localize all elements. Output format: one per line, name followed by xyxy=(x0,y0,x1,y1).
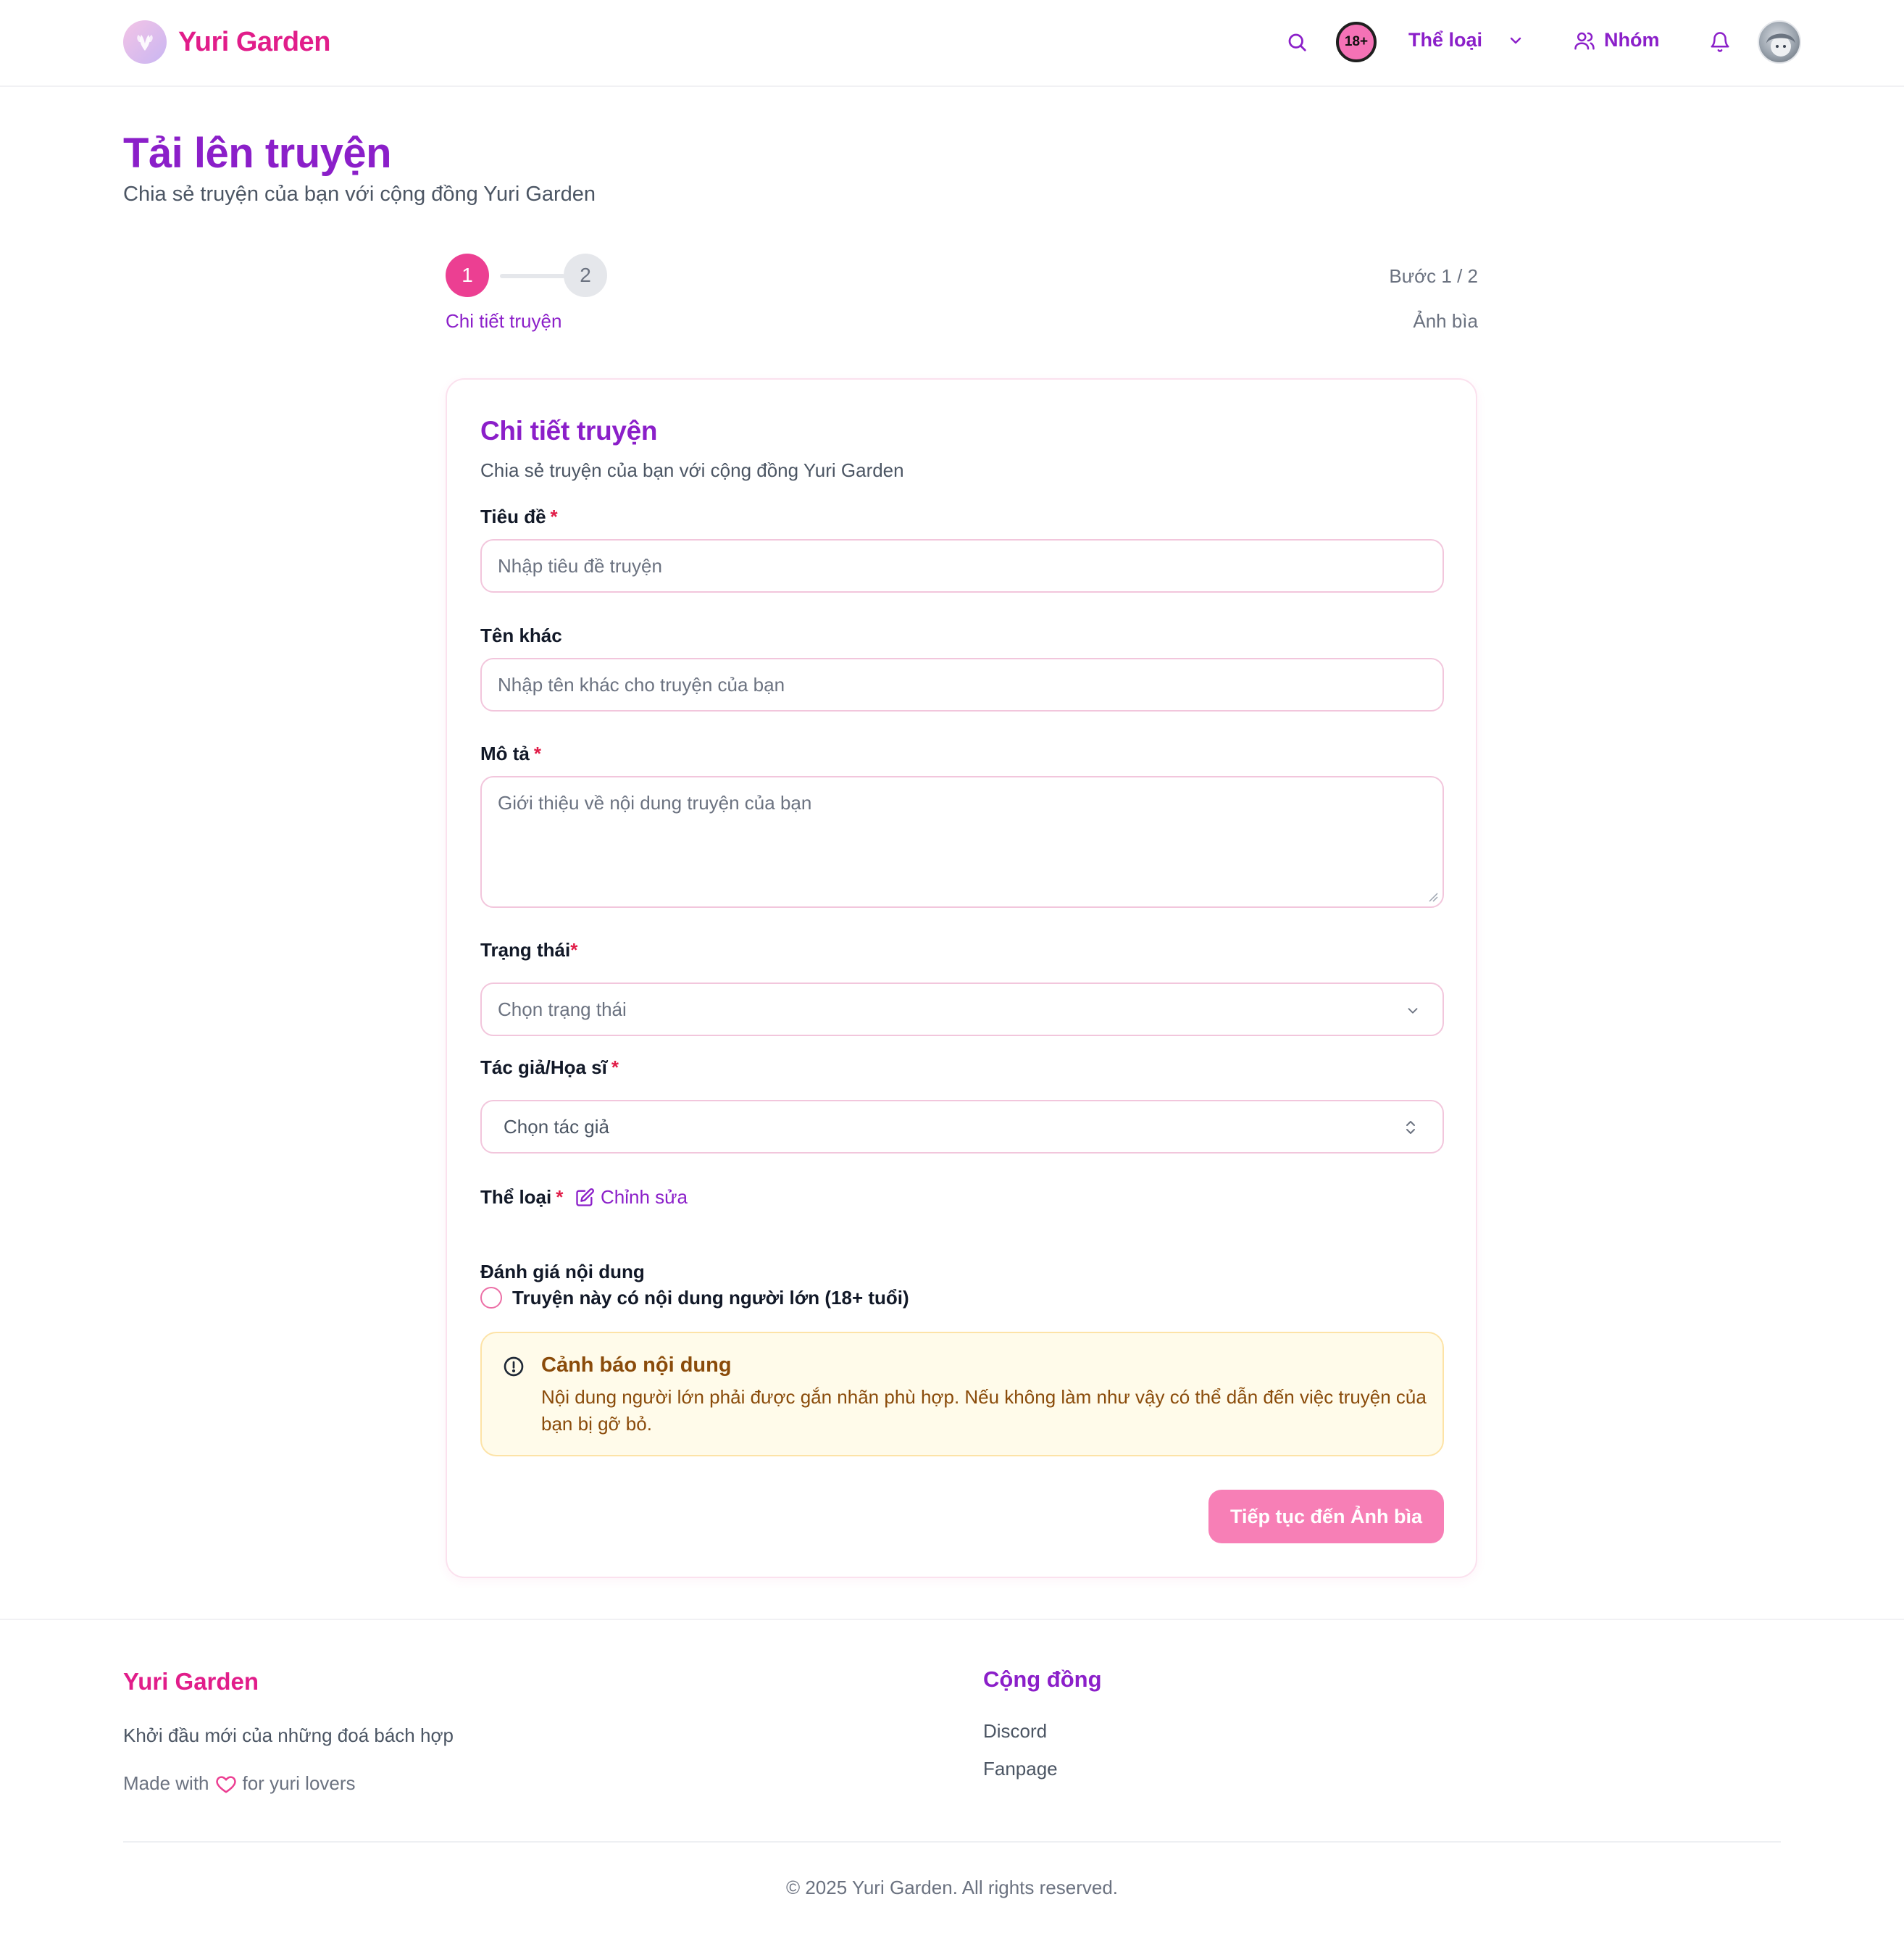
footer-brand: Yuri Garden xyxy=(123,1668,259,1695)
step-1-number: 1 xyxy=(462,264,473,286)
chevron-down-icon xyxy=(1408,1008,1418,1014)
card-subtitle: Chia sẻ truyện của bạn với cộng đồng Yur… xyxy=(480,459,904,481)
status-select[interactable]: Chọn trạng thái xyxy=(480,983,1444,1036)
author-label-text: Tác giả/Họa sĩ xyxy=(480,1056,607,1078)
required-mark: * xyxy=(533,743,542,764)
page-title: Tải lên truyện xyxy=(123,130,392,177)
edit-genres-button[interactable]: Chỉnh sửa xyxy=(575,1186,688,1209)
required-mark: * xyxy=(550,506,558,527)
bell-icon[interactable] xyxy=(1707,29,1733,55)
content-warning-alert: Cảnh báo nội dung Nội dung người lớn phả… xyxy=(480,1332,1444,1456)
chevron-down-icon xyxy=(1510,37,1521,43)
description-textarea[interactable]: Giới thiệu về nội dung truyện của bạn xyxy=(480,776,1444,908)
story-details-card: Chi tiết truyện Chia sẻ truyện của bạn v… xyxy=(446,378,1477,1578)
top-navbar: Yuri Garden 18+ Thể loại Nhóm xyxy=(0,0,1904,87)
status-field-label: Trạng thái* xyxy=(480,939,577,961)
description-label-text: Mô tả xyxy=(480,743,530,764)
page-subtitle: Chia sẻ truyện của bạn với cộng đồng Yur… xyxy=(123,183,596,206)
required-mark: * xyxy=(556,1186,564,1208)
step-connector xyxy=(500,274,565,278)
group-link[interactable]: Nhóm xyxy=(1574,29,1660,51)
status-select-value: Chọn trạng thái xyxy=(498,998,627,1020)
chevrons-up-down-icon xyxy=(1406,1121,1415,1134)
footer-copyright: © 2025 Yuri Garden. All rights reserved. xyxy=(785,1877,1119,1898)
edit-icon xyxy=(576,1188,594,1206)
description-field-label: Mô tả * xyxy=(480,743,541,765)
step-1-indicator: 1 xyxy=(446,254,489,297)
footer-community-title: Cộng đồng xyxy=(983,1666,1102,1692)
status-label-text: Trạng thái xyxy=(480,939,571,961)
author-combobox-value: Chọn tác giả xyxy=(504,1115,609,1138)
flower-logo-icon xyxy=(123,20,167,64)
step-2-indicator: 2 xyxy=(564,254,607,297)
description-placeholder: Giới thiệu về nội dung truyện của bạn xyxy=(498,792,812,814)
title-input[interactable]: Nhập tiêu đề truyện xyxy=(480,539,1444,593)
edit-genres-label: Chỉnh sửa xyxy=(601,1186,688,1208)
continue-to-cover-button[interactable]: Tiếp tục đến Ảnh bìa xyxy=(1208,1490,1444,1543)
footer-divider xyxy=(123,1841,1781,1843)
step-1-label: Chi tiết truyện xyxy=(446,310,562,332)
brand-logo[interactable]: Yuri Garden xyxy=(123,20,330,64)
resize-grip-icon[interactable] xyxy=(1428,892,1438,902)
brand-name: Yuri Garden xyxy=(178,26,330,57)
step-counter: Bước 1 / 2 xyxy=(1389,265,1478,287)
warning-text: Nội dung người lớn phải được gắn nhãn ph… xyxy=(541,1386,1427,1435)
step-2-number: 2 xyxy=(580,264,591,286)
users-icon xyxy=(1574,32,1595,49)
made-with-suffix: for yuri lovers xyxy=(242,1772,356,1794)
alt-name-input-placeholder: Nhập tên khác cho truyện của bạn xyxy=(498,673,785,696)
group-link-label: Nhóm xyxy=(1604,29,1660,51)
warning-title: Cảnh báo nội dung xyxy=(541,1353,732,1377)
title-label-text: Tiêu đề xyxy=(480,506,546,527)
adult-badge-label: 18+ xyxy=(1344,34,1369,49)
title-field-label: Tiêu đề * xyxy=(480,506,558,528)
adult-content-toggle[interactable]: 18+ xyxy=(1336,22,1377,62)
content-rating-title: Đánh giá nội dung xyxy=(480,1261,645,1282)
alt-name-input[interactable]: Nhập tên khác cho truyện của bạn xyxy=(480,658,1444,712)
footer-link-fanpage[interactable]: Fanpage xyxy=(983,1758,1058,1780)
adult-content-checkbox[interactable] xyxy=(480,1287,502,1309)
footer-divider-top xyxy=(0,1619,1904,1620)
footer-link-discord[interactable]: Discord xyxy=(983,1720,1047,1743)
required-mark: * xyxy=(611,1056,619,1078)
author-field-label: Tác giả/Họa sĩ * xyxy=(480,1056,619,1079)
genre-menu[interactable]: Thể loại xyxy=(1408,29,1524,51)
required-mark: * xyxy=(570,939,578,961)
step-2-label: Ảnh bìa xyxy=(1413,310,1478,332)
made-with-prefix: Made with xyxy=(123,1772,209,1794)
user-avatar[interactable] xyxy=(1758,20,1801,64)
title-input-placeholder: Nhập tiêu đề truyện xyxy=(498,554,662,577)
alert-circle-icon xyxy=(504,1356,524,1377)
genre-label-text: Thể loại xyxy=(480,1186,552,1208)
search-icon[interactable] xyxy=(1284,29,1310,55)
author-combobox[interactable]: Chọn tác giả xyxy=(480,1100,1444,1154)
genre-field-label: Thể loại * xyxy=(480,1186,563,1209)
heart-icon xyxy=(215,1775,236,1793)
genre-menu-label: Thể loại xyxy=(1408,29,1483,51)
adult-content-label[interactable]: Truyện này có nội dung người lớn (18+ tu… xyxy=(512,1287,909,1309)
card-title: Chi tiết truyện xyxy=(480,416,658,446)
alt-name-field-label: Tên khác xyxy=(480,625,562,647)
alt-name-label-text: Tên khác xyxy=(480,625,562,646)
footer-made-with: Made with for yuri lovers xyxy=(123,1772,356,1795)
footer-tagline: Khởi đầu mới của những đoá bách hợp xyxy=(123,1724,454,1746)
